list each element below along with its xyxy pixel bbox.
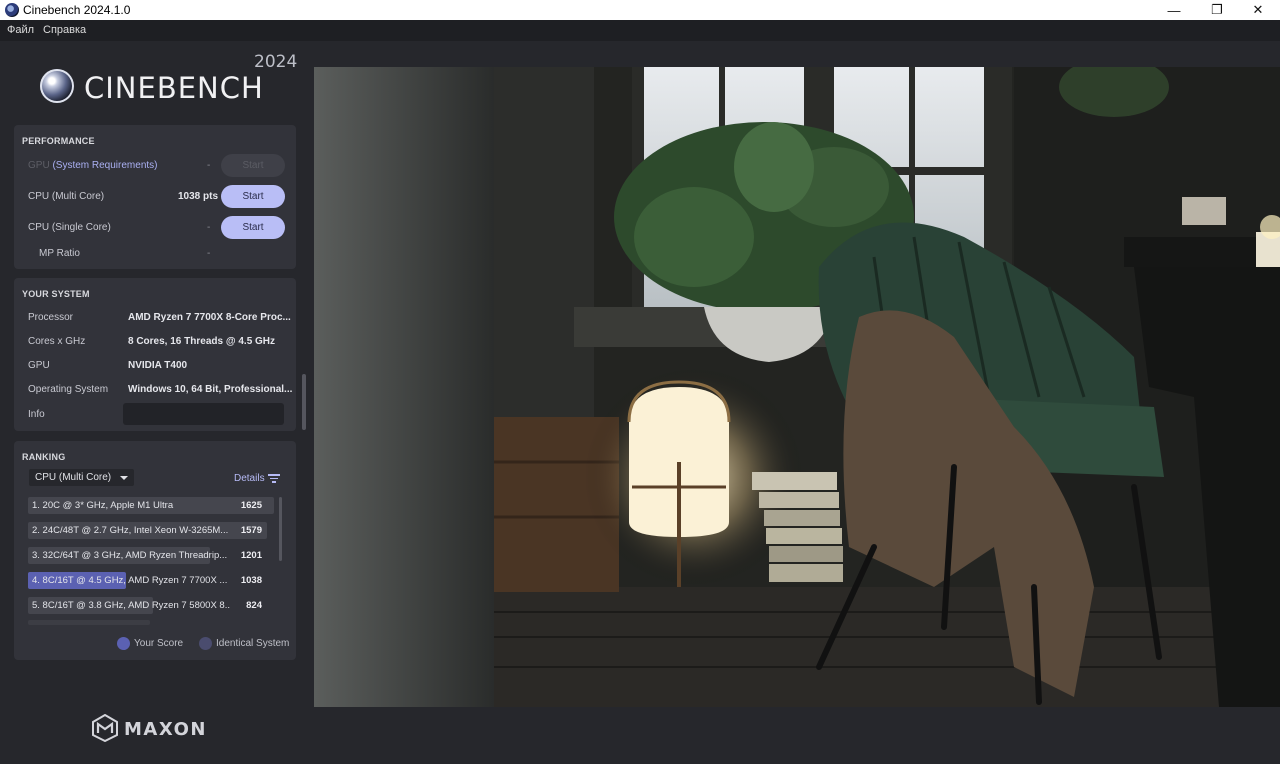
ranking-next-row-partial [28,620,150,625]
ranking-row-label: 1. 20C @ 3* GHz, Apple M1 Ultra [32,500,174,511]
vendor-name: MAXON [124,719,207,740]
performance-title: PERFORMANCE [22,136,95,146]
info-label: Info [28,409,45,420]
chevron-down-icon [120,476,128,480]
gpu-system-value: NVIDIA T400 [128,360,188,371]
ranking-row-label: 4. 8C/16T @ 4.5 GHz, AMD Ryzen 7 7700X .… [32,575,228,586]
render-scene [314,67,1280,707]
ranking-test-dropdown[interactable]: CPU (Multi Core) [29,469,134,486]
ranking-row-score: 824 [246,600,262,611]
cinebench-sphere-icon [40,69,74,103]
minimize-button[interactable]: — [1152,0,1196,20]
ranking-row-score: 1625 [240,500,262,511]
cores-label: Cores x GHz [28,336,86,347]
cpu-single-start-button[interactable]: Start [221,216,285,239]
ranking-row-label: 5. 8C/16T @ 3.8 GHz, AMD Ryzen 7 5800X 8… [32,600,230,611]
cpu-single-score: - [207,222,211,233]
cinebench-logo: CINEBENCH 2024 [40,52,300,108]
maximize-button[interactable]: ❐ [1195,0,1239,20]
details-link[interactable]: Details [234,473,265,484]
gpu-system-label: GPU [28,360,50,371]
your-score-legend: Your Score [134,638,184,649]
ranking-test-selected: CPU (Multi Core) [35,472,112,483]
close-button[interactable]: ✕ [1236,0,1280,20]
cpu-multi-score: 1038 pts [178,191,219,202]
gpu-score: - [207,160,211,171]
system-panel: YOUR SYSTEM Processor AMD Ryzen 7 7700X … [14,278,296,431]
ranking-row-score: 1201 [240,550,262,561]
cpu-multi-label: CPU (Multi Core) [28,191,105,202]
cinebench-app-icon [5,3,19,17]
sidebar-scrollbar[interactable] [302,374,306,430]
processor-value: AMD Ryzen 7 7700X 8-Core Proc... [128,312,291,323]
info-field[interactable] [123,403,284,425]
gpu-label: GPU (System Requirements) [28,160,157,171]
ranking-row-score: 1579 [240,525,262,536]
maxon-hex-icon [92,714,118,742]
menu-help[interactable]: Справка [43,24,86,36]
ranking-row-label: 3. 32C/64T @ 3 GHz, AMD Ryzen Threadrip.… [32,550,228,561]
menu-bar: Файл Справка [0,20,1280,41]
ranking-title: RANKING [22,452,66,462]
system-requirements-link[interactable]: (System Requirements) [52,160,157,171]
ranking-row-label: 2. 24C/48T @ 2.7 GHz, Intel Xeon W-3265M… [32,525,229,536]
window-title: Cinebench 2024.1.0 [23,3,131,17]
ranking-row-score: 1038 [240,575,262,586]
cores-value: 8 Cores, 16 Threads @ 4.5 GHz [128,336,276,347]
title-bar: Cinebench 2024.1.0 — ❐ ✕ [0,0,1280,20]
filter-icon[interactable] [268,474,280,483]
your-score-legend-icon [117,637,130,650]
identical-system-legend: Identical System [216,638,290,649]
menu-file[interactable]: Файл [7,24,34,36]
render-preview-image [314,67,1280,707]
gpu-label-prefix: GPU [28,160,50,171]
os-value: Windows 10, 64 Bit, Professional... [128,384,293,395]
mp-ratio-value: - [207,248,211,259]
brand-name: CINEBENCH [84,71,264,105]
processor-label: Processor [28,312,74,323]
os-label: Operating System [28,384,109,395]
performance-panel: PERFORMANCE GPU (System Requirements) - … [14,125,296,269]
gpu-start-button[interactable]: Start [221,154,285,177]
ranking-panel: RANKING CPU (Multi Core) Details 1. 20C … [14,441,296,660]
cpu-single-label: CPU (Single Core) [28,222,111,233]
system-title: YOUR SYSTEM [22,289,90,299]
identical-system-legend-icon [199,637,212,650]
mp-ratio-label: MP Ratio [39,248,80,259]
ranking-scrollbar[interactable] [279,497,282,561]
cpu-multi-start-button[interactable]: Start [221,185,285,208]
maxon-logo: MAXON [92,714,222,744]
brand-year: 2024 [254,52,298,72]
